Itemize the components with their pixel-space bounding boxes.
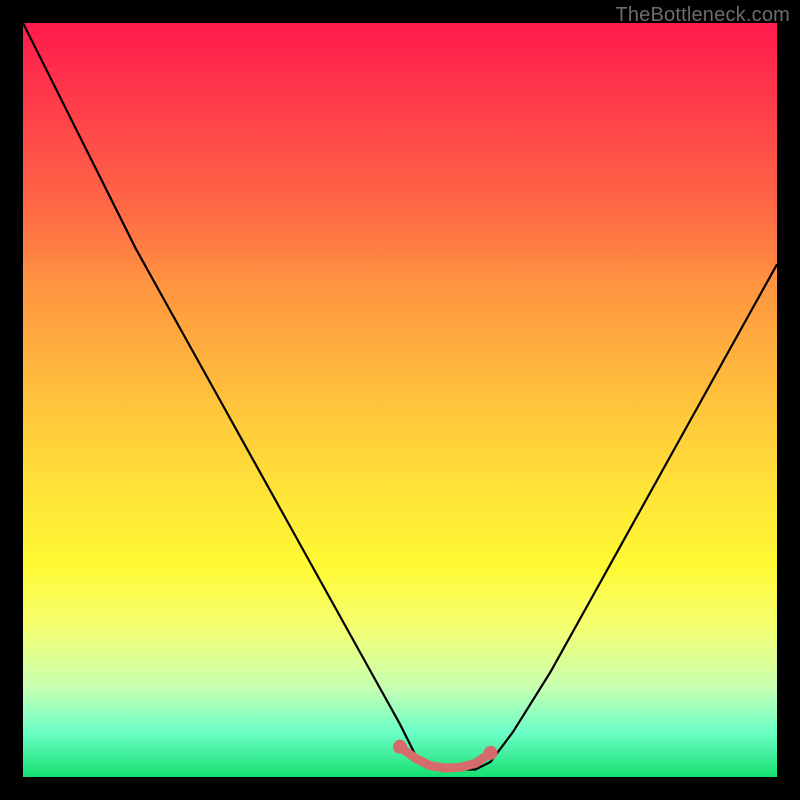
highlight-end-dot xyxy=(484,746,498,760)
bottleneck-chart xyxy=(23,23,777,777)
highlight-dots xyxy=(393,740,498,760)
main-curve xyxy=(23,23,777,770)
chart-frame: TheBottleneck.com xyxy=(0,0,800,800)
curve-svg xyxy=(23,23,777,777)
highlight-end-dot xyxy=(393,740,407,754)
highlight-curve xyxy=(400,747,491,768)
